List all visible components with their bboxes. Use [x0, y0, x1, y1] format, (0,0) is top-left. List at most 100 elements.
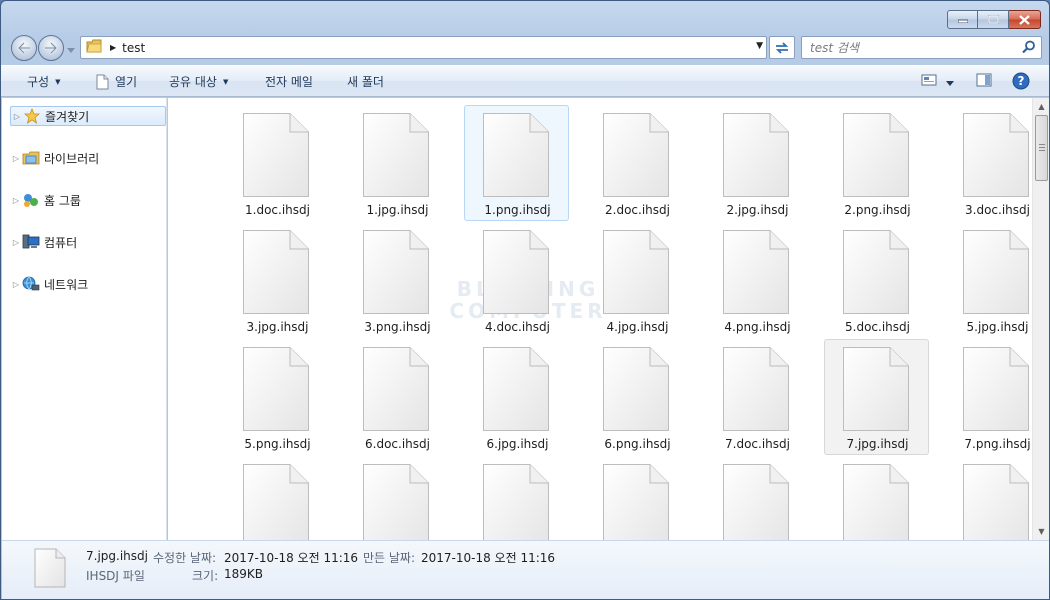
- file-item[interactable]: 2.jpg.ihsdj: [704, 105, 809, 221]
- file-name-label: 4.png.ihsdj: [724, 320, 791, 334]
- close-icon: [1019, 14, 1030, 25]
- organize-label: 구성: [27, 75, 50, 89]
- caption-buttons: [947, 10, 1041, 29]
- maximize-icon: [987, 15, 999, 24]
- expand-arrow-icon[interactable]: ▷: [10, 280, 22, 289]
- expand-arrow-icon[interactable]: ▷: [10, 154, 22, 163]
- network-icon: [22, 276, 40, 292]
- details-file-type: IHSDJ 파일: [86, 569, 145, 583]
- file-icon: [482, 229, 550, 318]
- file-icon: [962, 112, 1030, 201]
- file-list: BLEEPING COMPUTER 1.doc.ihsdj1.jpg.ihsdj…: [168, 98, 1049, 540]
- file-icon: [602, 229, 670, 318]
- file-icon: [722, 112, 790, 201]
- close-button[interactable]: [1009, 10, 1041, 29]
- file-name-label: 2.jpg.ihsdj: [726, 203, 789, 217]
- file-icon: [842, 346, 910, 435]
- file-item[interactable]: [584, 456, 689, 540]
- file-item[interactable]: 1.jpg.ihsdj: [344, 105, 449, 221]
- search-input[interactable]: [802, 37, 1012, 58]
- file-name-label: 1.jpg.ihsdj: [366, 203, 429, 217]
- share-with-button[interactable]: 공유 대상 ▼: [169, 66, 228, 97]
- open-button[interactable]: 열기: [96, 66, 137, 97]
- help-icon: ?: [1012, 72, 1030, 90]
- help-button[interactable]: ?: [1012, 72, 1030, 93]
- search-icon[interactable]: [1022, 40, 1036, 57]
- file-icon: [842, 229, 910, 318]
- view-menu-button[interactable]: [946, 76, 954, 90]
- recent-pages-button[interactable]: [67, 43, 75, 57]
- organize-button[interactable]: 구성 ▼: [27, 66, 60, 97]
- nav-item-homegroup[interactable]: ▷ 홈 그룹: [10, 190, 166, 210]
- maximize-button[interactable]: [978, 10, 1009, 29]
- file-icon: [482, 463, 550, 540]
- file-item[interactable]: 6.png.ihsdj: [584, 339, 689, 455]
- file-icon: [362, 112, 430, 201]
- preview-pane-button[interactable]: [976, 73, 992, 90]
- scroll-up-icon[interactable]: ▲: [1033, 98, 1049, 115]
- file-name-label: 6.png.ihsdj: [604, 437, 671, 451]
- address-dropdown-icon[interactable]: ▼: [756, 41, 763, 51]
- file-name-label: 6.jpg.ihsdj: [486, 437, 549, 451]
- new-folder-label: 새 폴더: [347, 75, 384, 89]
- nav-item-label: 홈 그룹: [44, 193, 81, 208]
- file-item[interactable]: 4.doc.ihsdj: [464, 222, 569, 338]
- refresh-button[interactable]: [769, 36, 795, 59]
- file-name-label: 7.doc.ihsdj: [725, 437, 790, 451]
- file-name-label: 1.png.ihsdj: [484, 203, 551, 217]
- nav-item-favorites[interactable]: ▷ 즐겨찾기: [10, 106, 166, 126]
- file-item[interactable]: 1.doc.ihsdj: [224, 105, 329, 221]
- file-item[interactable]: 6.jpg.ihsdj: [464, 339, 569, 455]
- file-item[interactable]: [704, 456, 809, 540]
- file-item[interactable]: 1.png.ihsdj: [464, 105, 569, 221]
- address-bar[interactable]: ▶ test ▼: [80, 36, 767, 59]
- details-pane: 7.jpg.ihsdj IHSDJ 파일 수정한 날짜: 2017-10-18 …: [2, 540, 1049, 599]
- explorer-window: ▶ test ▼ 구성 ▼ 열기 공유 대상 ▼: [0, 0, 1050, 600]
- scroll-down-icon[interactable]: ▼: [1033, 523, 1049, 540]
- breadcrumb-current[interactable]: test: [122, 41, 145, 55]
- file-item[interactable]: 3.png.ihsdj: [344, 222, 449, 338]
- search-box: [801, 36, 1042, 59]
- nav-item-label: 즐겨찾기: [45, 109, 90, 124]
- vertical-scrollbar[interactable]: ▲ ▼: [1032, 98, 1049, 540]
- file-icon: [242, 112, 310, 201]
- view-options-icon: [921, 74, 937, 86]
- file-name-label: 2.png.ihsdj: [844, 203, 911, 217]
- email-button[interactable]: 전자 메일: [265, 66, 313, 97]
- file-item[interactable]: 4.png.ihsdj: [704, 222, 809, 338]
- file-item[interactable]: [224, 456, 329, 540]
- file-item[interactable]: 5.doc.ihsdj: [824, 222, 929, 338]
- nav-item-label: 컴퓨터: [44, 235, 78, 250]
- email-label: 전자 메일: [265, 75, 313, 89]
- file-item[interactable]: 7.doc.ihsdj: [704, 339, 809, 455]
- file-item[interactable]: 2.png.ihsdj: [824, 105, 929, 221]
- nav-item-libraries[interactable]: ▷ 라이브러리: [10, 148, 166, 168]
- file-item[interactable]: [464, 456, 569, 540]
- forward-button[interactable]: [38, 35, 64, 61]
- refresh-icon: [775, 41, 789, 54]
- file-item[interactable]: 4.jpg.ihsdj: [584, 222, 689, 338]
- file-item[interactable]: [344, 456, 449, 540]
- file-item[interactable]: 5.png.ihsdj: [224, 339, 329, 455]
- minimize-button[interactable]: [947, 10, 978, 29]
- file-item[interactable]: 2.doc.ihsdj: [584, 105, 689, 221]
- breadcrumb-separator-icon[interactable]: ▶: [110, 43, 116, 52]
- file-item[interactable]: 6.doc.ihsdj: [344, 339, 449, 455]
- file-icon: [602, 463, 670, 540]
- expand-arrow-icon[interactable]: ▷: [10, 238, 22, 247]
- file-item[interactable]: [824, 456, 929, 540]
- nav-item-computer[interactable]: ▷ 컴퓨터: [10, 232, 166, 252]
- expand-arrow-icon[interactable]: ▷: [11, 112, 23, 121]
- arrow-left-icon: [17, 42, 30, 54]
- file-item[interactable]: 3.jpg.ihsdj: [224, 222, 329, 338]
- change-view-button[interactable]: [921, 73, 937, 90]
- nav-item-network[interactable]: ▷ 네트워크: [10, 274, 166, 294]
- navigation-pane: ▷ 즐겨찾기 ▷ 라이브러리 ▷ 홈 그룹 ▷ 컴퓨터 ▷ 네트워크: [2, 98, 167, 540]
- file-item[interactable]: 7.jpg.ihsdj: [824, 339, 929, 455]
- navigation-bar: ▶ test ▼: [1, 33, 1049, 61]
- scrollbar-thumb[interactable]: [1035, 115, 1048, 181]
- back-button[interactable]: [11, 35, 37, 61]
- share-label: 공유 대상: [169, 75, 217, 89]
- expand-arrow-icon[interactable]: ▷: [10, 196, 22, 205]
- new-folder-button[interactable]: 새 폴더: [347, 66, 384, 97]
